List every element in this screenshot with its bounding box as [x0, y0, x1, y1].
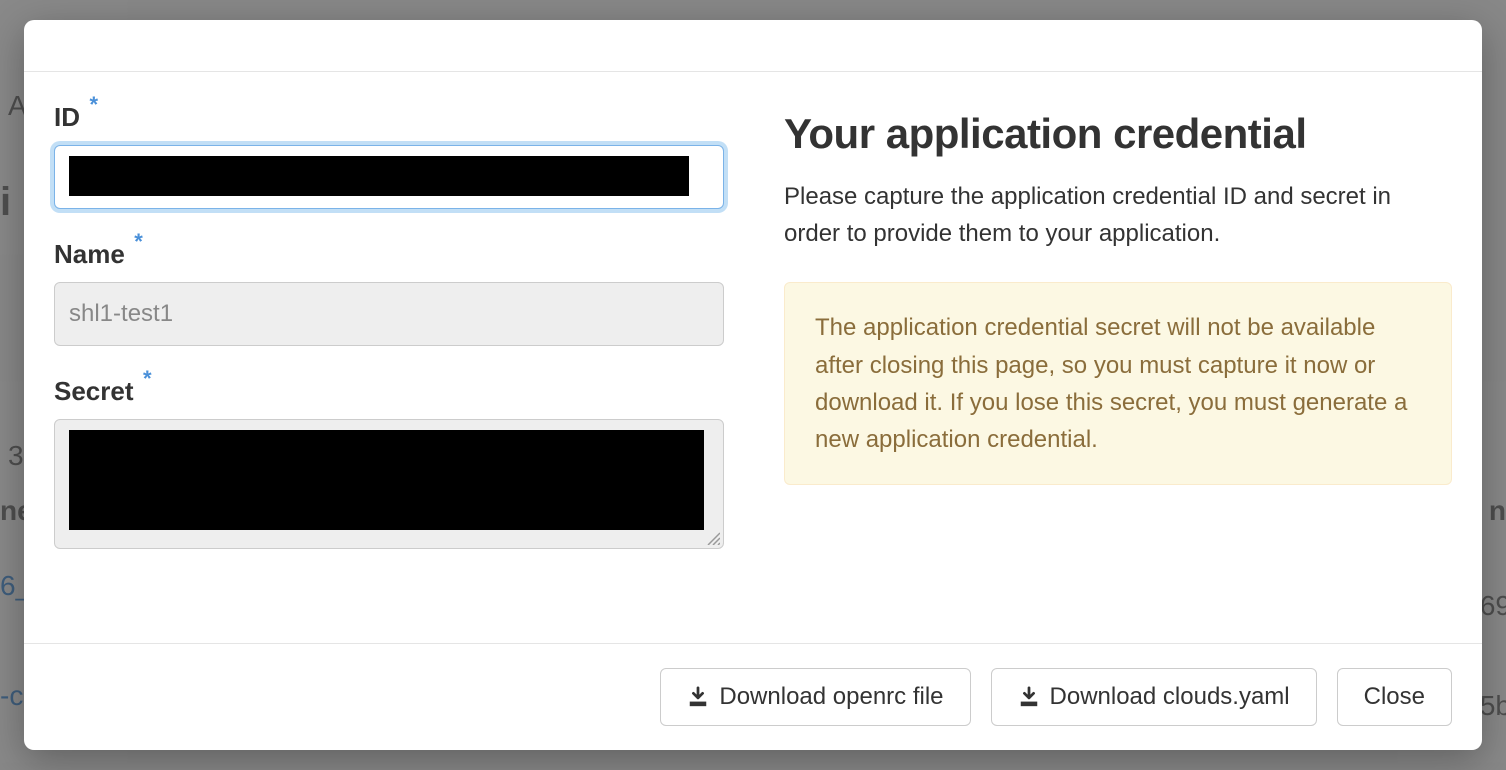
credential-modal: ID * Name * Secret *	[24, 20, 1482, 750]
download-clouds-button[interactable]: Download clouds.yaml	[991, 668, 1317, 726]
required-star-icon: *	[134, 229, 143, 255]
id-group: ID *	[54, 102, 724, 209]
name-label-text: Name	[54, 239, 125, 269]
redacted-id-value	[69, 156, 689, 196]
name-label: Name *	[54, 239, 125, 270]
required-star-icon: *	[143, 366, 152, 392]
bg-text: 5b	[1480, 690, 1506, 722]
bg-text: -c	[0, 680, 23, 712]
required-star-icon: *	[89, 92, 98, 118]
secret-textarea[interactable]	[54, 419, 724, 549]
modal-body: ID * Name * Secret *	[24, 72, 1482, 643]
info-title: Your application credential	[784, 110, 1452, 158]
bg-text: i	[0, 180, 11, 225]
bg-text: 3	[8, 440, 24, 472]
id-input[interactable]	[54, 145, 724, 209]
id-label-text: ID	[54, 102, 80, 132]
warning-alert: The application credential secret will n…	[784, 282, 1452, 485]
redacted-secret-value	[69, 430, 704, 530]
bg-text: n	[1489, 495, 1506, 527]
secret-group: Secret *	[54, 376, 724, 554]
download-openrc-button[interactable]: Download openrc file	[660, 668, 970, 726]
modal-header	[24, 20, 1482, 72]
info-description: Please capture the application credentia…	[784, 178, 1452, 252]
download-icon	[687, 686, 709, 708]
modal-footer: Download openrc file Download clouds.yam…	[24, 643, 1482, 750]
form-column: ID * Name * Secret *	[54, 102, 724, 613]
id-label: ID *	[54, 102, 80, 133]
secret-label: Secret *	[54, 376, 134, 407]
name-group: Name *	[54, 239, 724, 346]
bg-text: 69	[1480, 590, 1506, 622]
close-button[interactable]: Close	[1337, 668, 1452, 726]
download-openrc-label: Download openrc file	[719, 683, 943, 711]
name-input[interactable]	[54, 282, 724, 346]
download-clouds-label: Download clouds.yaml	[1050, 683, 1290, 711]
download-icon	[1018, 686, 1040, 708]
close-label: Close	[1364, 683, 1425, 711]
info-column: Your application credential Please captu…	[784, 102, 1452, 613]
secret-label-text: Secret	[54, 376, 134, 406]
